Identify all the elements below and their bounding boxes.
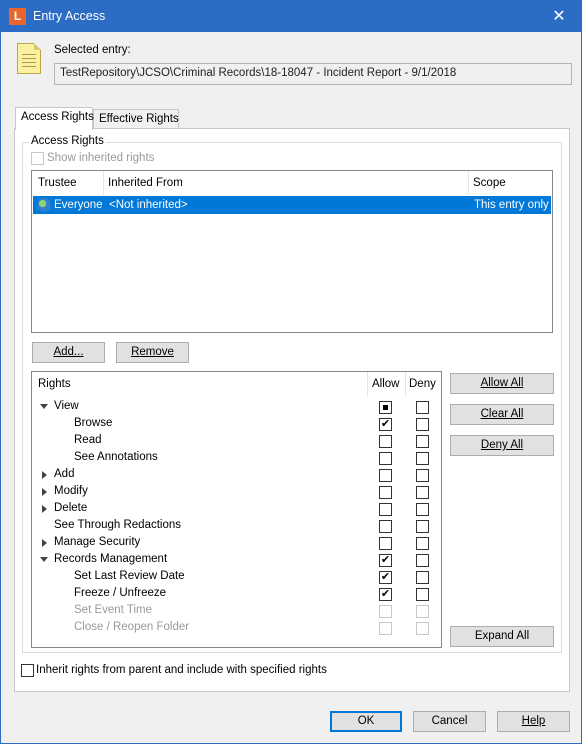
rights-row-label: Read (74, 434, 102, 446)
allow-checkbox[interactable] (379, 401, 392, 414)
deny-checkbox[interactable] (416, 435, 429, 448)
allow-checkbox[interactable] (379, 486, 392, 499)
rights-row-label: Modify (54, 485, 88, 497)
rights-row[interactable]: Records Management ✔ (32, 552, 441, 569)
chevron-right-icon[interactable] (42, 488, 47, 496)
deny-checkbox[interactable] (416, 571, 429, 584)
rights-row[interactable]: Read (32, 433, 441, 450)
chevron-down-icon[interactable] (40, 557, 48, 562)
globe-icon (37, 198, 51, 212)
rights-row-label: View (54, 400, 79, 412)
app-logo-icon: L (9, 8, 26, 25)
allow-checkbox[interactable] (379, 469, 392, 482)
add-button[interactable]: Add... (32, 342, 105, 363)
rights-row[interactable]: Manage Security (32, 535, 441, 552)
rights-row[interactable]: See Through Redactions (32, 518, 441, 535)
inherit-rights-checkbox[interactable] (21, 664, 34, 677)
deny-all-button[interactable]: Deny All (450, 435, 554, 456)
show-inherited-checkbox[interactable] (31, 152, 44, 165)
deny-checkbox[interactable] (416, 503, 429, 516)
chevron-down-icon[interactable] (40, 404, 48, 409)
window-title: Entry Access (33, 9, 106, 23)
rights-row[interactable]: Freeze / Unfreeze ✔ (32, 586, 441, 603)
cancel-button[interactable]: Cancel (413, 711, 486, 732)
tab-access-rights[interactable]: Access Rights (15, 107, 94, 130)
rights-row-label: Browse (74, 417, 113, 429)
allow-checkbox[interactable] (379, 622, 392, 635)
deny-checkbox[interactable] (416, 588, 429, 601)
rights-row-label: Set Event Time (74, 604, 152, 616)
show-inherited-label: Show inherited rights (47, 152, 155, 164)
rights-row-label: See Annotations (74, 451, 158, 463)
ok-button[interactable]: OK (330, 711, 402, 732)
deny-checkbox[interactable] (416, 469, 429, 482)
allow-checkbox[interactable] (379, 503, 392, 516)
column-header-allow: Allow (372, 378, 400, 390)
remove-button[interactable]: Remove (116, 342, 189, 363)
rights-row-label: Manage Security (54, 536, 141, 548)
allow-checkbox[interactable] (379, 605, 392, 618)
inherit-rights-label: Inherit rights from parent and include w… (36, 664, 327, 676)
close-icon[interactable]: ✕ (537, 1, 581, 32)
allow-checkbox[interactable] (379, 520, 392, 533)
rights-row[interactable]: Close / Reopen Folder (32, 620, 441, 637)
column-header-deny: Deny (409, 378, 436, 390)
chevron-right-icon[interactable] (42, 505, 47, 513)
rights-row-label: Records Management (54, 553, 168, 565)
rights-row-label: Delete (54, 502, 88, 514)
deny-checkbox[interactable] (416, 605, 429, 618)
help-button[interactable]: Help (497, 711, 570, 732)
rights-row[interactable]: View (32, 399, 441, 416)
column-header-trustee[interactable]: Trustee (38, 177, 77, 189)
tab-effective-rights[interactable]: Effective Rights (93, 109, 179, 130)
deny-checkbox[interactable] (416, 520, 429, 533)
entry-access-dialog: L Entry Access ✕ Selected entry: TestRep… (0, 0, 582, 744)
deny-checkbox[interactable] (416, 622, 429, 635)
rights-row-label: Close / Reopen Folder (74, 621, 190, 633)
deny-checkbox[interactable] (416, 554, 429, 567)
rights-row[interactable]: Set Last Review Date ✔ (32, 569, 441, 586)
allow-checkbox[interactable]: ✔ (379, 418, 392, 431)
trustee-list[interactable]: Trustee Inherited From Scope Everyone <N… (31, 170, 553, 333)
rights-row[interactable]: Browse ✔ (32, 416, 441, 433)
trustee-cell: Everyone (54, 199, 103, 211)
expand-all-button[interactable]: Expand All (450, 626, 554, 647)
rights-row-label: Set Last Review Date (74, 570, 185, 582)
table-row[interactable]: Everyone <Not inherited> This entry only (33, 196, 551, 214)
selected-entry-label: Selected entry: (54, 44, 131, 56)
rights-row-label: Add (54, 468, 75, 480)
scope-cell: This entry only (474, 199, 549, 211)
title-bar[interactable]: L Entry Access ✕ (1, 1, 581, 32)
rights-row-label: Freeze / Unfreeze (74, 587, 167, 599)
selected-entry-path-field: TestRepository\JCSO\Criminal Records\18-… (54, 63, 572, 85)
document-icon (17, 43, 41, 74)
rights-row[interactable]: Set Event Time (32, 603, 441, 620)
rights-row[interactable]: Modify (32, 484, 441, 501)
allow-checkbox[interactable] (379, 452, 392, 465)
column-header-scope[interactable]: Scope (473, 177, 506, 189)
allow-checkbox[interactable] (379, 537, 392, 550)
rights-row[interactable]: See Annotations (32, 450, 441, 467)
allow-checkbox[interactable]: ✔ (379, 554, 392, 567)
allow-all-button[interactable]: Allow All (450, 373, 554, 394)
rights-row[interactable]: Delete (32, 501, 441, 518)
access-rights-group-title: Access Rights (29, 135, 106, 147)
rights-row-label: See Through Redactions (54, 519, 182, 531)
clear-all-button[interactable]: Clear All (450, 404, 554, 425)
allow-checkbox[interactable]: ✔ (379, 588, 392, 601)
deny-checkbox[interactable] (416, 418, 429, 431)
chevron-right-icon[interactable] (42, 539, 47, 547)
deny-checkbox[interactable] (416, 401, 429, 414)
column-header-rights: Rights (38, 378, 71, 390)
column-header-inherited-from[interactable]: Inherited From (108, 177, 183, 189)
inherited-from-cell: <Not inherited> (109, 199, 188, 211)
rights-list[interactable]: Rights Allow Deny View Browse ✔ Read See Ann… (31, 371, 442, 648)
deny-checkbox[interactable] (416, 486, 429, 499)
deny-checkbox[interactable] (416, 537, 429, 550)
rights-row[interactable]: Add (32, 467, 441, 484)
allow-checkbox[interactable]: ✔ (379, 571, 392, 584)
chevron-right-icon[interactable] (42, 471, 47, 479)
allow-checkbox[interactable] (379, 435, 392, 448)
deny-checkbox[interactable] (416, 452, 429, 465)
